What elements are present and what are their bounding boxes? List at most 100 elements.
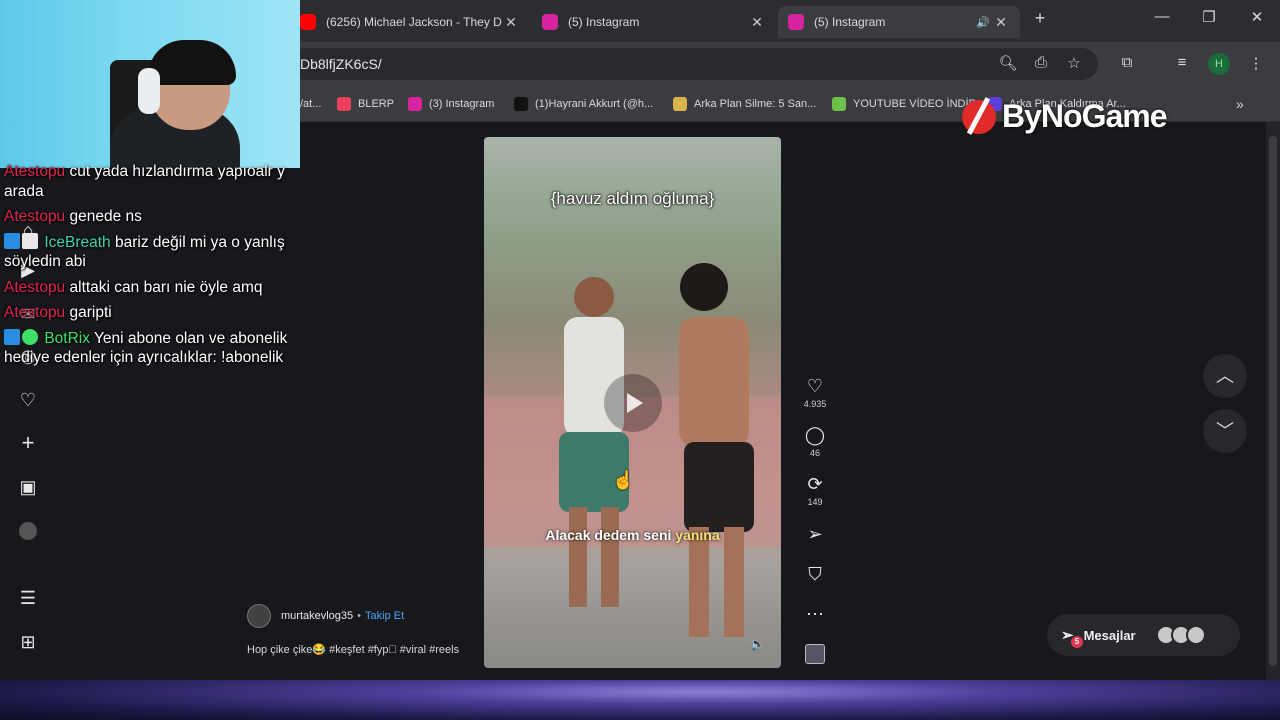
share-action[interactable]: ➢ bbox=[797, 523, 833, 545]
verified-icon bbox=[22, 328, 38, 345]
volume-icon[interactable]: 🔈 bbox=[750, 637, 765, 651]
comment-icon[interactable]: ◯ bbox=[797, 424, 833, 446]
bookmark-icon[interactable]: ⛉ bbox=[797, 563, 833, 585]
more-dots-icon[interactable]: ⋯ bbox=[797, 603, 833, 625]
media-control-icon[interactable]: ≡ bbox=[1171, 54, 1193, 71]
bynogame-logo: ByNoGame bbox=[962, 98, 1167, 135]
webcam-overlay bbox=[0, 0, 300, 168]
messages-label: Mesajlar bbox=[1083, 627, 1136, 643]
repost-icon[interactable]: ⟳ bbox=[797, 473, 833, 495]
chat-username: BotRix bbox=[44, 329, 90, 347]
video-figure-left bbox=[559, 277, 629, 607]
new-tab-button[interactable]: + bbox=[1025, 8, 1055, 29]
video-caption-bottom: Alacak dedem seni yanına bbox=[484, 527, 781, 543]
chat-username: Atestopu bbox=[4, 208, 66, 225]
reel-video[interactable]: {havuz aldım oğluma} Alacak dedem seni y… bbox=[484, 137, 781, 668]
bookmark-star-icon[interactable]: ☆ bbox=[1063, 54, 1085, 72]
bookmark-item[interactable]: Arka Plan Silme: 5 San... bbox=[673, 95, 816, 113]
close-window-button[interactable]: ✕ bbox=[1242, 8, 1272, 26]
scrollbar-thumb[interactable] bbox=[1269, 136, 1277, 666]
extensions-icon[interactable]: ⧉ bbox=[1116, 54, 1138, 71]
tab-youtube[interactable]: (6256) Michael Jackson - They Don ✕ bbox=[290, 6, 530, 38]
repost-count: 149 bbox=[807, 497, 823, 507]
bookmark-item[interactable]: /at... bbox=[300, 95, 321, 113]
blerp-icon bbox=[337, 97, 351, 111]
stream-chat: Atestopu cut yada hızlandırma yapıoalr y… bbox=[4, 162, 304, 374]
comment-action[interactable]: ◯ 46 bbox=[797, 424, 833, 458]
badge-icon bbox=[4, 328, 20, 345]
headset-icon bbox=[138, 68, 160, 114]
chat-message: Atestopu alttaki can barı nie öyle amq bbox=[4, 278, 304, 298]
dashboard-icon[interactable]: ▣ bbox=[14, 473, 42, 501]
play-button[interactable] bbox=[604, 374, 662, 432]
url-field[interactable]: Db8lfjZK6cS/ bbox=[290, 48, 1098, 80]
zoom-icon[interactable]: 🔍︎ bbox=[997, 54, 1019, 72]
chat-text: alttaki can barı nie öyle amq bbox=[69, 278, 263, 296]
close-icon[interactable]: ✕ bbox=[502, 14, 520, 31]
chat-username: Atestopu bbox=[4, 278, 66, 296]
page-scrollbar[interactable] bbox=[1266, 122, 1280, 680]
install-icon[interactable]: ⎙ bbox=[1030, 54, 1052, 71]
bookmark-item[interactable]: BLERP bbox=[337, 95, 394, 113]
profile-avatar[interactable]: H bbox=[1208, 53, 1230, 75]
tiktok-icon bbox=[514, 97, 528, 111]
avatar bbox=[1186, 625, 1206, 645]
tab-title: (5) Instagram bbox=[568, 15, 640, 29]
more-menu-icon[interactable]: ☰ bbox=[14, 584, 42, 612]
close-icon[interactable]: ✕ bbox=[748, 14, 766, 31]
threads-icon[interactable]: ⊞ bbox=[14, 628, 42, 656]
more-action[interactable]: ⋯ bbox=[797, 603, 833, 625]
follow-button[interactable]: Takip Et bbox=[365, 610, 404, 622]
chat-username: Atestopu bbox=[4, 163, 66, 180]
bookmark-item[interactable]: (1)Hayrani Akkurt (@h... bbox=[514, 95, 653, 113]
bookmark-item[interactable]: (3) Instagram bbox=[408, 95, 494, 113]
logo-text: ByNoGame bbox=[1002, 98, 1167, 134]
menu-icon[interactable]: ⋮ bbox=[1245, 54, 1267, 72]
messages-button[interactable]: ➢ 5 Mesajlar bbox=[1047, 614, 1240, 656]
separator: • bbox=[357, 610, 362, 622]
hand-cursor-icon: ☝ bbox=[612, 470, 635, 490]
more-bookmarks-icon[interactable]: » bbox=[1236, 95, 1244, 113]
video-caption-top: {havuz aldım oğluma} bbox=[550, 189, 715, 208]
caption-highlight: yanına bbox=[675, 527, 720, 543]
chat-text: genede ns bbox=[69, 208, 142, 225]
next-reel-button[interactable]: ﹀ bbox=[1203, 409, 1247, 453]
avatar[interactable] bbox=[247, 604, 271, 628]
create-icon[interactable]: + bbox=[14, 429, 42, 457]
close-icon[interactable]: ✕ bbox=[992, 14, 1010, 31]
bynogame-logo-icon bbox=[962, 99, 996, 134]
repost-action[interactable]: ⟳ 149 bbox=[797, 473, 833, 507]
profile-icon[interactable] bbox=[14, 516, 42, 544]
chat-message: Atestopu cut yada hızlandırma yapıoalr y… bbox=[4, 162, 304, 201]
chat-message: IceBreath bariz değil mi ya o yanlış söy… bbox=[4, 232, 304, 272]
tab-title: (5) Instagram bbox=[814, 15, 886, 29]
chat-message: BotRix Yeni abone olan ve abonelik hediy… bbox=[4, 328, 304, 368]
chat-message: Atestopu garipti bbox=[4, 303, 304, 323]
minimize-button[interactable]: — bbox=[1147, 8, 1177, 25]
badge-icon bbox=[22, 232, 38, 249]
save-action[interactable]: ⛉ bbox=[797, 563, 833, 585]
message-avatars bbox=[1156, 625, 1206, 645]
speaker-icon[interactable]: 🔊 bbox=[974, 16, 992, 29]
bookmark-item[interactable]: YOUTUBE VİDEO İNDİR bbox=[832, 95, 976, 113]
video-figure-right bbox=[679, 263, 754, 637]
like-action[interactable]: ♡ 4.935 bbox=[797, 375, 833, 409]
overlay-bottom-banner bbox=[0, 680, 1280, 720]
previous-reel-button[interactable]: ︿ bbox=[1203, 354, 1247, 398]
heart-icon[interactable]: ♡ bbox=[797, 375, 833, 397]
reel-author: murtakevlog35 • Takip Et bbox=[247, 604, 404, 628]
tab-instagram-active[interactable]: (5) Instagram 🔊 ✕ bbox=[778, 6, 1020, 38]
badge-icon bbox=[4, 232, 20, 249]
reel-description: Hop çike çike😂 #keşfet #fyp゚ #viral #ree… bbox=[247, 644, 460, 656]
instagram-icon bbox=[542, 14, 558, 30]
layers-icon bbox=[673, 97, 687, 111]
audio-icon[interactable] bbox=[797, 644, 833, 666]
tab-instagram-1[interactable]: (5) Instagram ✕ bbox=[532, 6, 776, 38]
notifications-icon[interactable]: ♡ bbox=[14, 386, 42, 414]
audio-thumbnail[interactable] bbox=[797, 644, 833, 666]
chat-username: IceBreath bbox=[44, 233, 111, 251]
maximize-button[interactable]: ❐ bbox=[1194, 8, 1224, 26]
message-badge: 5 bbox=[1071, 636, 1083, 648]
share-icon[interactable]: ➢ bbox=[797, 523, 833, 545]
author-name[interactable]: murtakevlog35 bbox=[281, 610, 353, 622]
